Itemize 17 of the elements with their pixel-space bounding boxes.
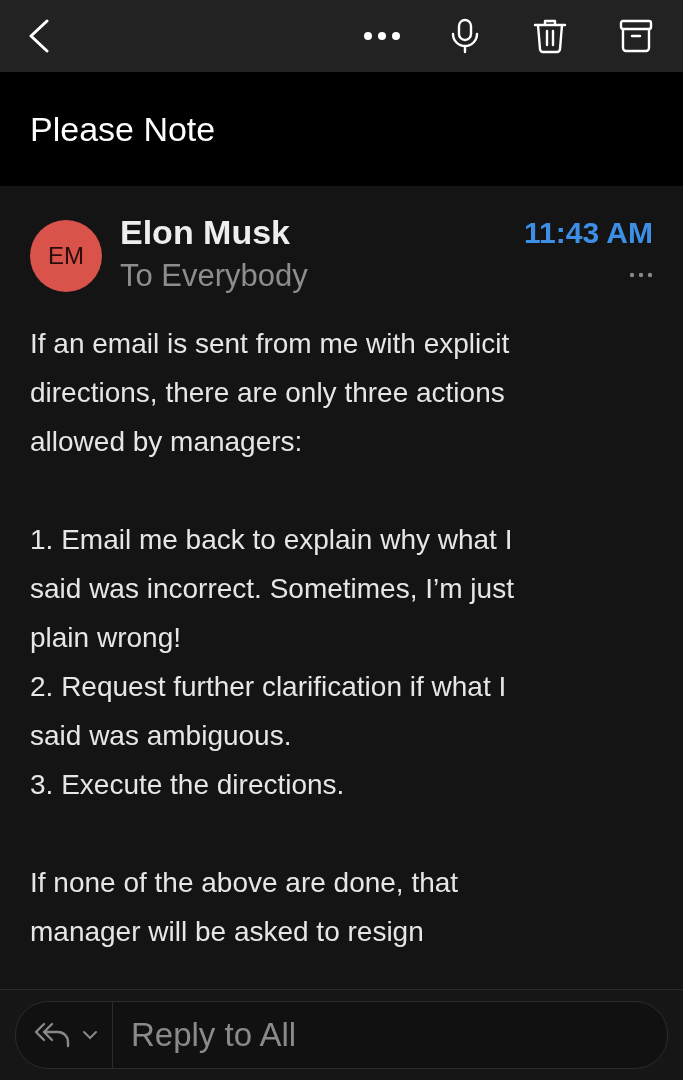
body-paragraph: If an email is sent from me with explicit directions, there are only three actions allowed by managers: bbox=[30, 326, 511, 459]
microphone-button[interactable] bbox=[451, 18, 479, 54]
body-paragraph: 1. Email me back to explain why what I said was incorrect. Sometimes, I’m just plain wrong! 2. Request further clarification if what I said was ambiguous. 3. Execute the directions. bbox=[30, 522, 515, 802]
body-paragraph: If none of the above are done, that manager will be asked to resign bbox=[30, 865, 460, 949]
email-subject: Please Note bbox=[30, 109, 216, 149]
chevron-down-icon bbox=[82, 1030, 98, 1040]
reply-field[interactable]: Reply to All bbox=[15, 1001, 668, 1069]
email-time: 11:43 AM bbox=[524, 215, 653, 251]
sender-avatar: EM bbox=[30, 220, 102, 292]
recipients: To Everybody bbox=[120, 257, 309, 295]
archive-button[interactable] bbox=[619, 19, 653, 53]
more-options-button[interactable] bbox=[629, 271, 653, 278]
reply-input-field[interactable]: Reply to All bbox=[113, 1016, 667, 1054]
sender-name: Elon Musk bbox=[120, 214, 292, 252]
more-button[interactable] bbox=[363, 31, 401, 41]
back-button[interactable] bbox=[28, 19, 50, 53]
delete-button[interactable] bbox=[533, 18, 567, 54]
